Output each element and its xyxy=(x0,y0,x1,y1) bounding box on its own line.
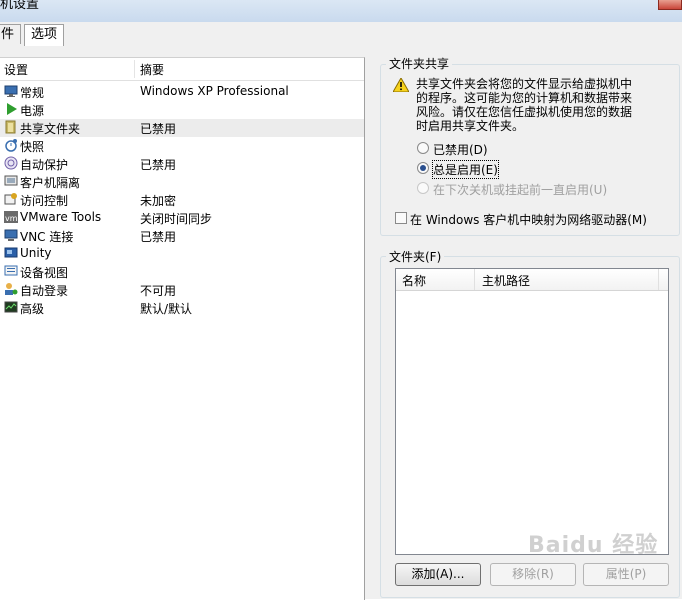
tab-hardware[interactable]: 件 xyxy=(0,24,22,45)
map-drive-label[interactable]: 在 Windows 客户机中映射为网络驱动器(M) xyxy=(410,211,647,228)
properties-button: 属性(P) xyxy=(583,563,669,586)
advanced-icon xyxy=(4,301,18,313)
radio-until-poweroff xyxy=(417,182,429,194)
shared-folder-icon xyxy=(5,120,16,134)
play-icon xyxy=(7,103,17,115)
vnc-icon xyxy=(4,229,18,241)
warning-message: 共享文件夹会将您的文件显示给虚拟机中 的程序。这可能为您的计算机和数据带来 风险… xyxy=(416,77,633,133)
folders-legend: 文件夹(F) xyxy=(386,248,445,265)
window-title: 机设置 xyxy=(0,0,40,12)
column-header-name[interactable]: 名称 xyxy=(402,272,426,289)
list-item-vmware-tools[interactable]: vm VMware Tools 关闭时间同步 xyxy=(0,209,364,227)
monitor-icon xyxy=(4,85,18,97)
device-view-icon xyxy=(4,265,18,276)
list-item-access-control[interactable]: 访问控制 未加密 xyxy=(0,191,364,209)
snapshot-icon xyxy=(5,139,17,152)
radio-always-enabled[interactable] xyxy=(417,162,429,174)
autologin-icon xyxy=(5,283,18,295)
radio-always-enabled-label[interactable]: 总是启用(E) xyxy=(432,160,499,179)
list-item-guest-isolation[interactable]: 客户机隔离 xyxy=(0,173,364,191)
folders-list[interactable]: 名称 主机路径 xyxy=(395,268,669,555)
column-header-host-path[interactable]: 主机路径 xyxy=(482,272,530,289)
warning-icon xyxy=(393,78,409,92)
tab-options[interactable]: 选项 xyxy=(24,24,65,46)
list-item-power[interactable]: 电源 xyxy=(0,101,364,119)
radio-disabled-label[interactable]: 已禁用(D) xyxy=(433,141,488,158)
column-header-summary[interactable]: 摘要 xyxy=(140,61,164,78)
list-item-vnc[interactable]: VNC 连接 已禁用 xyxy=(0,227,364,245)
folders-list-header: 名称 主机路径 xyxy=(396,269,668,291)
remove-button: 移除(R) xyxy=(490,563,576,586)
radio-disabled[interactable] xyxy=(417,142,429,154)
unity-icon xyxy=(4,247,18,258)
list-item-unity[interactable]: Unity xyxy=(0,245,364,263)
map-drive-checkbox[interactable] xyxy=(395,212,407,224)
folder-sharing-legend: 文件夹共享 xyxy=(386,55,453,72)
list-item-advanced[interactable]: 高级 默认/默认 xyxy=(0,299,364,317)
list-item-snapshot[interactable]: 快照 xyxy=(0,137,364,155)
add-button[interactable]: 添加(A)... xyxy=(395,563,481,586)
title-bar: 机设置 xyxy=(0,0,682,22)
svg-text:vm: vm xyxy=(5,214,18,223)
access-control-icon xyxy=(4,193,17,205)
list-header: 设置 摘要 xyxy=(0,58,364,81)
radio-until-poweroff-label: 在下次关机或挂起前一直启用(U) xyxy=(433,183,608,197)
tab-bar xyxy=(0,22,682,45)
vmware-tools-icon: vm xyxy=(4,211,18,223)
list-item-device-view[interactable]: 设备视图 xyxy=(0,263,364,281)
watermark: Baidu 经验 xyxy=(528,533,659,558)
list-item-autoprotect[interactable]: 自动保护 已禁用 xyxy=(0,155,364,173)
close-button[interactable] xyxy=(658,0,682,10)
autoprotect-icon xyxy=(4,156,18,170)
list-item-general[interactable]: 常规 Windows XP Professional xyxy=(0,83,364,101)
settings-list[interactable]: 设置 摘要 常规 Windows XP Professional 电源 共享文件… xyxy=(0,57,365,600)
list-item-shared-folders[interactable]: 共享文件夹 已禁用 xyxy=(0,119,364,137)
list-item-autologin[interactable]: 自动登录 不可用 xyxy=(0,281,364,299)
isolation-icon xyxy=(4,175,18,186)
column-header-setting[interactable]: 设置 xyxy=(4,61,28,78)
